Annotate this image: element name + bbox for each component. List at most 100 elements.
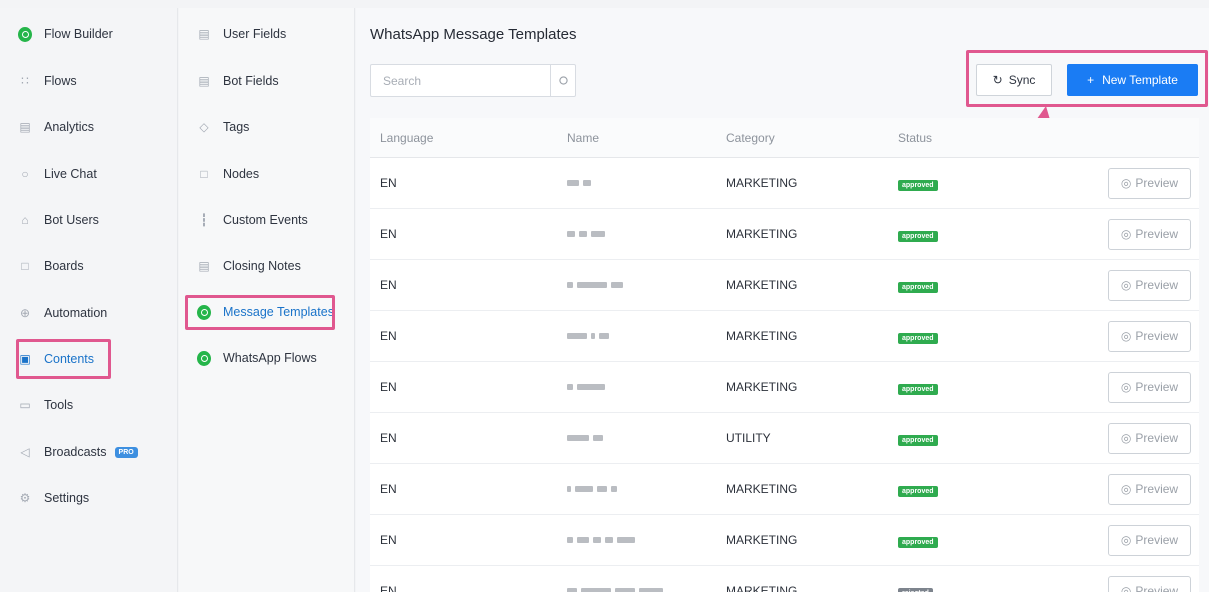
status-badge: approved <box>898 434 938 446</box>
cell-status: approved <box>898 380 1094 395</box>
user-icon: ⌂ <box>21 213 29 227</box>
redacted-name-icon <box>549 231 605 237</box>
nav-item-contents[interactable]: ▣ Contents <box>18 347 94 371</box>
status-badge: rejected <box>898 587 933 592</box>
nav-item-live-chat[interactable]: ○ Live Chat <box>18 162 97 186</box>
subnav-item-nodes[interactable]: □ Nodes <box>197 162 259 186</box>
eye-icon: ◎ <box>1120 380 1132 394</box>
whatsapp-icon <box>197 350 211 366</box>
cell-status: approved <box>898 329 1094 344</box>
main-sidebar: Flow Builder ∷ Flows ▤ Analytics ○ Live … <box>0 8 178 592</box>
eye-icon: ◎ <box>1120 533 1132 547</box>
preview-button[interactable]: ◎ Preview <box>1108 422 1191 454</box>
nav-item-label: Live Chat <box>44 167 97 181</box>
cell-language: EN <box>380 533 397 547</box>
cell-status: approved <box>898 176 1094 191</box>
table-body: EN MARKETING approved ◎ Preview EN MARKETING ap… <box>370 158 1199 592</box>
search-input[interactable] <box>371 65 550 96</box>
nav-item-flows[interactable]: ∷ Flows <box>18 69 77 93</box>
redacted-name-icon <box>549 384 605 390</box>
cell-category: MARKETING <box>726 533 798 547</box>
status-badge: approved <box>898 179 938 191</box>
nav-item-label: Analytics <box>44 120 95 134</box>
status-badge: approved <box>898 281 938 293</box>
nav-item-flow-builder[interactable]: Flow Builder <box>18 22 113 46</box>
chat-icon: ○ <box>21 167 29 181</box>
analytics-icon: ▤ <box>19 120 31 134</box>
column-header-category[interactable]: Category <box>726 131 898 145</box>
eye-icon: ◎ <box>1120 329 1132 343</box>
cell-category: MARKETING <box>726 278 798 292</box>
cell-status: approved <box>898 278 1094 293</box>
nav-item-analytics[interactable]: ▤ Analytics <box>18 115 94 139</box>
boards-icon: □ <box>21 259 29 273</box>
nav-item-label: Contents <box>44 352 95 366</box>
cell-category: MARKETING <box>726 482 798 496</box>
nav-item-label: Flow Builder <box>44 27 113 41</box>
preview-button[interactable]: ◎ Preview <box>1108 371 1191 403</box>
redacted-name-icon <box>549 486 617 492</box>
nav-item-label: Broadcasts <box>44 445 107 459</box>
cell-name-redacted <box>549 260 726 310</box>
subnav-item-message-templates[interactable]: Message Templates <box>197 300 334 324</box>
cell-category: MARKETING <box>726 329 798 343</box>
subnav-item-user-fields[interactable]: ▤ User Fields <box>197 22 286 46</box>
preview-button[interactable]: ◎ Preview <box>1108 473 1191 505</box>
cell-status: rejected <box>898 584 1094 592</box>
preview-button[interactable]: ◎ Preview <box>1108 218 1191 250</box>
main-content: WhatsApp Message Templates ↻ Sync + New … <box>356 8 1209 592</box>
table-row: EN MARKETING approved ◎ Preview <box>370 260 1199 311</box>
sync-button[interactable]: ↻ Sync <box>976 64 1052 96</box>
tools-icon: ▭ <box>19 398 31 412</box>
preview-button[interactable]: ◎ Preview <box>1108 167 1191 199</box>
cell-name-redacted <box>549 413 726 463</box>
nav-item-automation[interactable]: ⊕ Automation <box>18 301 107 325</box>
cell-name-redacted <box>549 464 726 514</box>
column-header-language[interactable]: Language <box>370 131 549 145</box>
new-template-button[interactable]: + New Template <box>1067 64 1198 96</box>
nav-item-boards[interactable]: □ Boards <box>18 254 83 278</box>
eye-icon: ◎ <box>1120 227 1132 241</box>
preview-label: Preview <box>1135 482 1179 496</box>
preview-button[interactable]: ◎ Preview <box>1108 524 1191 556</box>
column-header-status[interactable]: Status <box>898 131 1094 145</box>
cell-status: approved <box>898 227 1094 242</box>
clipboard-icon: ▤ <box>198 259 210 273</box>
bar-chart-icon: ┇ <box>200 213 208 227</box>
subnav-item-label: Tags <box>223 120 250 134</box>
nav-item-settings[interactable]: ⚙ Settings <box>18 486 90 510</box>
subnav-item-custom-events[interactable]: ┇ Custom Events <box>197 208 307 232</box>
cell-status: approved <box>898 482 1094 497</box>
contents-icon: ▣ <box>19 352 31 366</box>
search-button[interactable] <box>550 65 575 96</box>
table-row: EN MARKETING rejected ◎Preview <box>370 566 1199 592</box>
preview-button[interactable]: ◎ Preview <box>1108 575 1191 592</box>
status-badge: approved <box>898 536 938 548</box>
nav-item-bot-users[interactable]: ⌂ Bot Users <box>18 208 99 232</box>
subnav-item-bot-fields[interactable]: ▤ Bot Fields <box>197 69 278 93</box>
subnav-item-label: Message Templates <box>223 305 334 319</box>
cell-language: EN <box>380 278 397 292</box>
flows-icon: ∷ <box>21 74 29 88</box>
eye-icon: ◎ <box>1120 584 1132 592</box>
redacted-name-icon <box>549 537 635 543</box>
page-title: WhatsApp Message Templates <box>370 26 577 43</box>
nav-item-tools[interactable]: ▭ Tools <box>18 393 73 417</box>
status-badge: approved <box>898 230 938 242</box>
cell-language: EN <box>380 482 397 496</box>
preview-button[interactable]: ◎ Preview <box>1108 269 1191 301</box>
whatsapp-icon <box>197 304 211 320</box>
column-header-name[interactable]: Name <box>549 118 726 157</box>
subnav-item-tags[interactable]: ◇ Tags <box>197 115 249 139</box>
nav-item-label: Automation <box>44 306 108 320</box>
nav-item-broadcasts[interactable]: ◁ Broadcasts PRO <box>18 440 138 464</box>
cell-category: UTILITY <box>726 431 771 445</box>
whatsapp-icon <box>18 26 32 42</box>
nav-item-label: Flows <box>44 74 77 88</box>
subnav-item-closing-notes[interactable]: ▤ Closing Notes <box>197 254 301 278</box>
subnav-item-whatsapp-flows[interactable]: WhatsApp Flows <box>197 346 317 370</box>
preview-button[interactable]: ◎ Preview <box>1108 320 1191 352</box>
table-row: EN MARKETING approved ◎ Preview <box>370 362 1199 413</box>
cell-name-redacted <box>549 515 726 565</box>
subnav-item-label: Closing Notes <box>223 259 301 273</box>
